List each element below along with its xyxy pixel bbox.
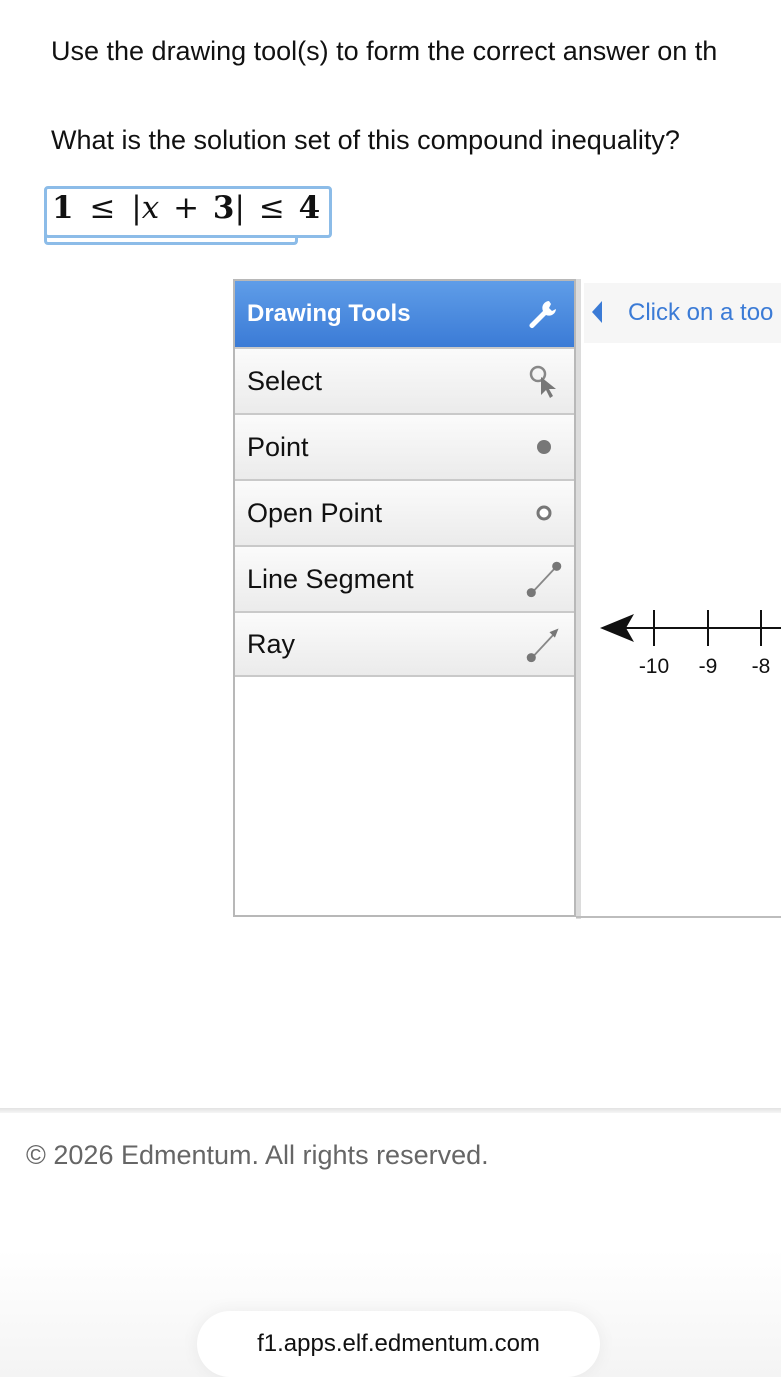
- ray-icon: [524, 624, 564, 664]
- math-op2: ≤: [258, 190, 285, 226]
- tick-label: -8: [752, 655, 771, 678]
- hint-bar: Click on a too: [584, 283, 781, 343]
- copyright-text: © 2026 Edmentum. All rights reserved.: [26, 1140, 489, 1170]
- drawing-tools-title: Drawing Tools: [247, 300, 411, 327]
- tick-label: -10: [639, 655, 669, 678]
- question-text: What is the solution set of this compoun…: [51, 125, 680, 155]
- wrench-icon: [522, 294, 562, 334]
- tool-select[interactable]: Select: [235, 347, 574, 413]
- instruction-text: Use the drawing tool(s) to form the corr…: [51, 36, 718, 66]
- select-cursor-icon: [524, 361, 564, 401]
- drawing-tools-panel: Drawing Tools Select Point Open Point Li…: [233, 279, 576, 917]
- tool-point[interactable]: Point: [235, 413, 574, 479]
- math-op1: ≤: [89, 190, 116, 226]
- tick-label: -9: [699, 655, 718, 678]
- tool-ray-label: Ray: [247, 628, 296, 659]
- tool-point-label: Point: [247, 431, 309, 462]
- tool-line-segment-label: Line Segment: [247, 563, 414, 594]
- canvas-bottom-border: [576, 916, 781, 918]
- point-icon: [524, 427, 564, 467]
- compound-inequality: 1 ≤ |x + 3| ≤ 4: [52, 190, 320, 226]
- tool-open-point[interactable]: Open Point: [235, 479, 574, 545]
- tool-ray[interactable]: Ray: [235, 611, 574, 677]
- line-segment-icon: [524, 559, 564, 599]
- page: Use the drawing tool(s) to form the corr…: [0, 0, 781, 1377]
- math-abs-open: |: [131, 190, 142, 226]
- canvas-divider: [576, 279, 581, 919]
- math-plus: +: [173, 190, 200, 226]
- browser-url-text: f1.apps.elf.edmentum.com: [257, 1330, 540, 1357]
- tool-line-segment[interactable]: Line Segment: [235, 545, 574, 611]
- footer-divider: [0, 1108, 781, 1113]
- tool-open-point-label: Open Point: [247, 497, 383, 528]
- math-left: 1: [52, 190, 74, 226]
- math-const: 3: [212, 190, 235, 226]
- tool-select-label: Select: [247, 365, 323, 396]
- open-point-icon: [524, 493, 564, 533]
- browser-url-bar[interactable]: f1.apps.elf.edmentum.com: [197, 1311, 600, 1377]
- drawing-tools-header[interactable]: Drawing Tools: [235, 281, 574, 347]
- number-line[interactable]: -10 -9 -8: [598, 600, 781, 690]
- math-var: x: [141, 190, 160, 226]
- hint-text: Click on a too: [628, 299, 774, 326]
- math-abs-close: |: [234, 190, 245, 226]
- collapse-arrow-icon[interactable]: [590, 299, 604, 330]
- math-right: 4: [298, 190, 321, 226]
